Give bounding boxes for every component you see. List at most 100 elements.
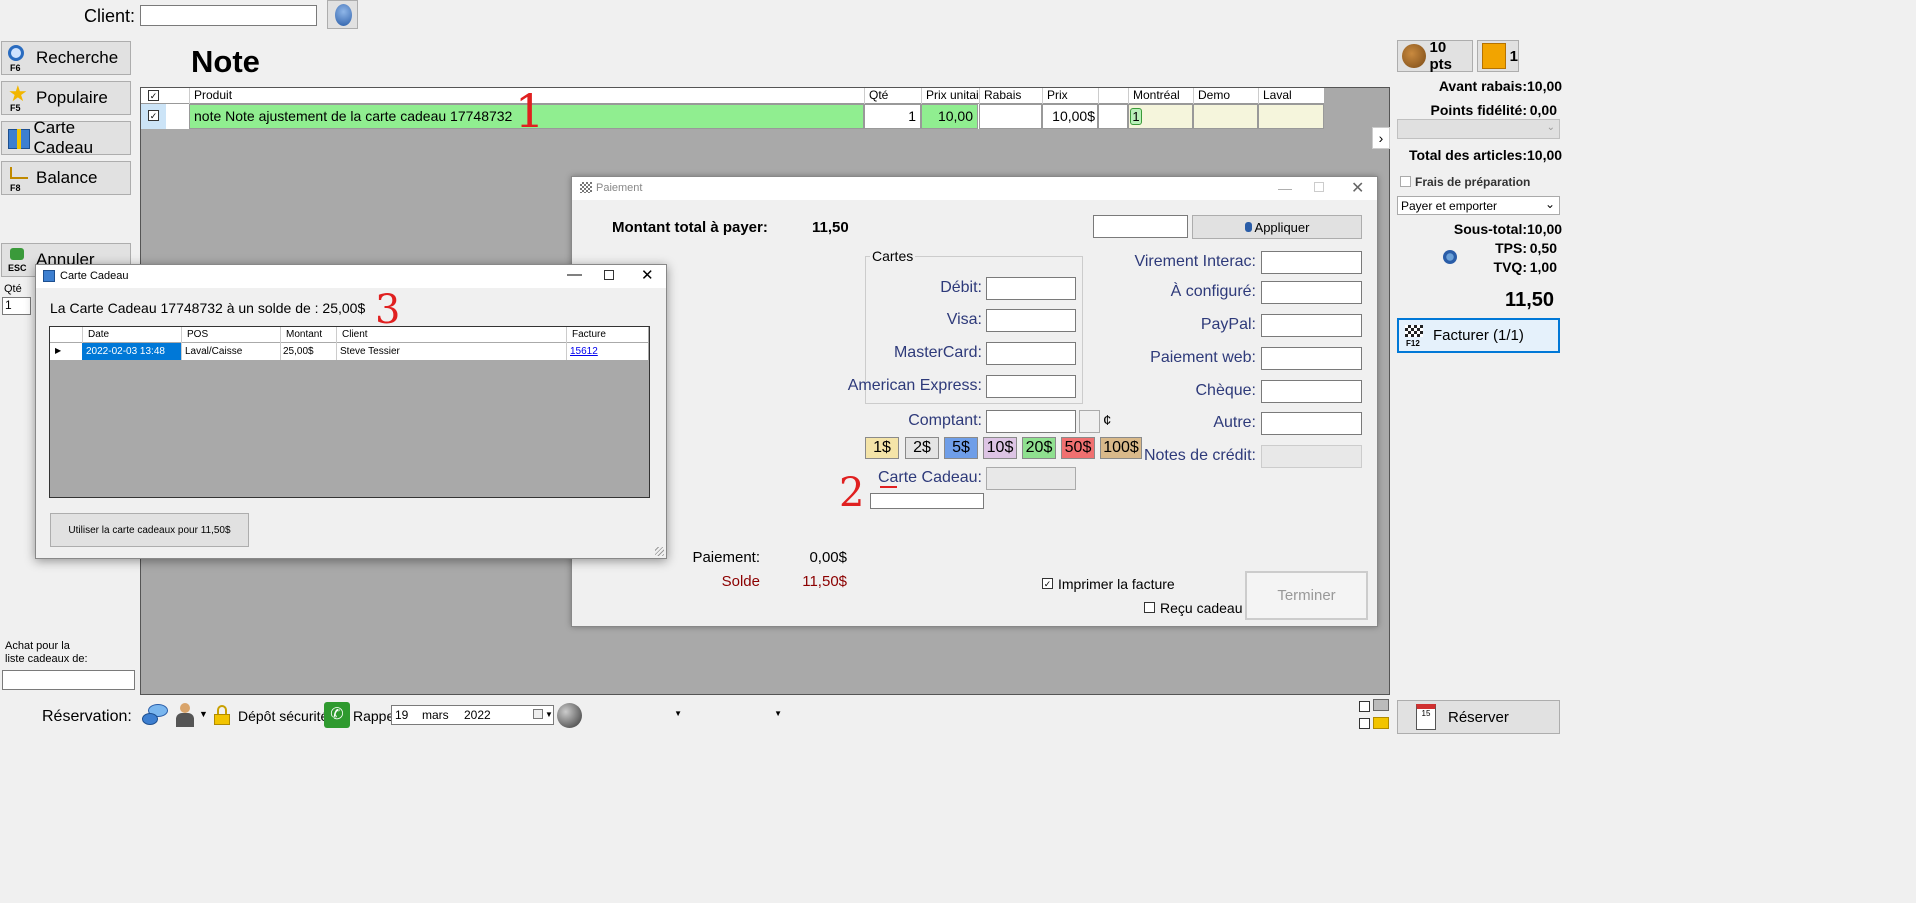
date-year: 2022 (464, 708, 491, 722)
loyalty-dropdown[interactable]: ⌄ (1397, 119, 1560, 139)
maximize-icon[interactable] (604, 270, 614, 280)
gift-col-date[interactable]: Date (82, 327, 181, 343)
row-qty[interactable]: 1 (864, 104, 921, 129)
row-laval[interactable] (1258, 104, 1324, 129)
cards-group-label: Cartes (870, 248, 916, 264)
staff-dropdown-icon[interactable]: ▼ (199, 709, 208, 719)
other-input[interactable] (1261, 412, 1362, 435)
email-option-checkbox[interactable] (1359, 718, 1370, 729)
gift-col-pos[interactable]: POS (181, 327, 280, 343)
print-option-checkbox[interactable] (1359, 701, 1370, 712)
close-icon[interactable]: ✕ (1351, 178, 1364, 198)
chevron-down-icon: ▼ (674, 709, 682, 718)
amex-input[interactable] (986, 375, 1076, 398)
expand-panel-button[interactable]: › (1372, 127, 1390, 149)
debit-input[interactable] (986, 277, 1076, 300)
phone-icon[interactable]: ✆ (324, 702, 350, 728)
loyalty-points-button[interactable]: 10 pts (1397, 39, 1473, 73)
bill-10-button[interactable]: 10$ (983, 437, 1017, 459)
chat-icon[interactable] (142, 703, 170, 729)
location-dropdown[interactable]: ▼ (586, 705, 684, 725)
wand-icon (1244, 222, 1252, 232)
gift-count-button[interactable]: 1 (1477, 40, 1519, 72)
bill-5-button[interactable]: 5$ (944, 437, 978, 459)
gift-row-date[interactable]: 2022-02-03 13:48 (82, 343, 181, 360)
globe-icon[interactable] (557, 703, 582, 728)
gift-col-invoice[interactable]: Facture (566, 327, 648, 343)
col-header-discount[interactable]: Rabais (979, 88, 1042, 104)
bill-20-button[interactable]: 20$ (1022, 437, 1056, 459)
maximize-icon[interactable] (1314, 182, 1324, 192)
visa-input[interactable] (986, 309, 1076, 332)
close-icon[interactable]: ✕ (641, 266, 654, 284)
gift-col-amount[interactable]: Montant (280, 327, 336, 343)
balance-button[interactable]: F8 Balance (1, 161, 131, 195)
secondary-dropdown[interactable]: ▼ (686, 705, 784, 725)
gift-dialog-icon (43, 270, 55, 282)
gift-row-client[interactable]: Steve Tessier (336, 343, 566, 360)
bill-50-button[interactable]: 50$ (1061, 437, 1095, 459)
staff-icon[interactable] (175, 703, 195, 728)
payment-titlebar (572, 177, 1377, 200)
resize-grip[interactable] (655, 547, 664, 556)
select-all-checkbox[interactable]: ✓ (148, 90, 159, 101)
gift-card-button[interactable]: Carte Cadeau (1, 118, 131, 157)
finish-button[interactable]: Terminer (1245, 571, 1368, 620)
gift-col-client[interactable]: Client (336, 327, 566, 343)
cheque-label: Chèque: (1195, 382, 1257, 399)
use-gift-card-button[interactable]: Utiliser la carte cadeaux pour 11,50$ (50, 513, 249, 547)
gift-card-number-input[interactable] (870, 493, 984, 509)
row-checkbox[interactable]: ✓ (148, 110, 159, 121)
print-invoice-checkbox[interactable]: ✓ (1042, 578, 1053, 589)
client-input[interactable] (140, 5, 317, 26)
order-mode-select[interactable]: Payer et emporter ⌄ (1397, 196, 1560, 215)
minimize-icon[interactable]: — (567, 266, 582, 283)
gift-receipt-checkbox[interactable] (1144, 602, 1155, 613)
web-payment-input[interactable] (1261, 347, 1362, 370)
wishlist-input[interactable] (2, 670, 135, 690)
col-header-laval[interactable]: Laval (1258, 88, 1324, 104)
reserver-button[interactable]: 15 Réserver (1397, 700, 1560, 734)
col-header-demo[interactable]: Demo (1193, 88, 1258, 104)
cents-input[interactable] (1079, 410, 1100, 433)
cash-input[interactable] (986, 410, 1076, 433)
gift-row-pos[interactable]: Laval/Caisse (181, 343, 280, 360)
popular-button[interactable]: ★ F5 Populaire (1, 81, 131, 115)
client-lookup-button[interactable] (327, 0, 358, 29)
row-price[interactable]: 10,00$ (1042, 104, 1098, 129)
col-header-qty[interactable]: Qté (864, 88, 921, 104)
checkered-flag-icon: F12 (1405, 324, 1427, 348)
col-header-unit-price[interactable]: Prix unitaire (921, 88, 978, 104)
gift-row-amount[interactable]: 25,00$ (280, 343, 336, 360)
frais-label: Frais de préparation (1415, 175, 1531, 189)
col-header-montreal[interactable]: Montréal (1128, 88, 1192, 104)
configure-input[interactable] (1261, 281, 1362, 304)
paypal-input[interactable] (1261, 314, 1362, 337)
row-montreal[interactable]: 1 (1128, 104, 1193, 129)
rappel-date-picker[interactable]: 19 mars 2022 ▼ (391, 705, 554, 725)
row-demo[interactable] (1193, 104, 1258, 129)
cookie-icon (1402, 44, 1426, 68)
bill-1-button[interactable]: 1$ (865, 437, 899, 459)
total-articles-value: 10,00 (1527, 147, 1563, 163)
frais-checkbox[interactable] (1400, 176, 1411, 187)
calendar-icon[interactable] (533, 709, 543, 719)
search-button[interactable]: F6 Recherche (1, 41, 131, 75)
mastercard-input[interactable] (986, 342, 1076, 365)
gift-row-invoice-link[interactable]: 15612 (566, 343, 648, 360)
interac-input[interactable] (1261, 251, 1362, 274)
minimize-icon[interactable]: — (1278, 180, 1292, 196)
apply-code-input[interactable] (1093, 215, 1188, 238)
facturer-button[interactable]: F12 Facturer (1/1) (1397, 318, 1560, 353)
row-discount[interactable] (979, 104, 1042, 129)
qty-input[interactable]: 1 (2, 297, 31, 315)
row-unit-price[interactable]: 10,00 (921, 104, 978, 129)
gift-box-icon (1482, 43, 1506, 69)
depot-link[interactable]: Dépôt sécurité (238, 708, 328, 724)
points-fidelite-value: 0,00 (1529, 102, 1557, 118)
cheque-input[interactable] (1261, 380, 1362, 403)
wishlist-label-1: Achat pour la (5, 640, 70, 652)
col-header-price[interactable]: Prix (1042, 88, 1098, 104)
apply-button[interactable]: Appliquer (1192, 215, 1362, 239)
bill-2-button[interactable]: 2$ (905, 437, 939, 459)
